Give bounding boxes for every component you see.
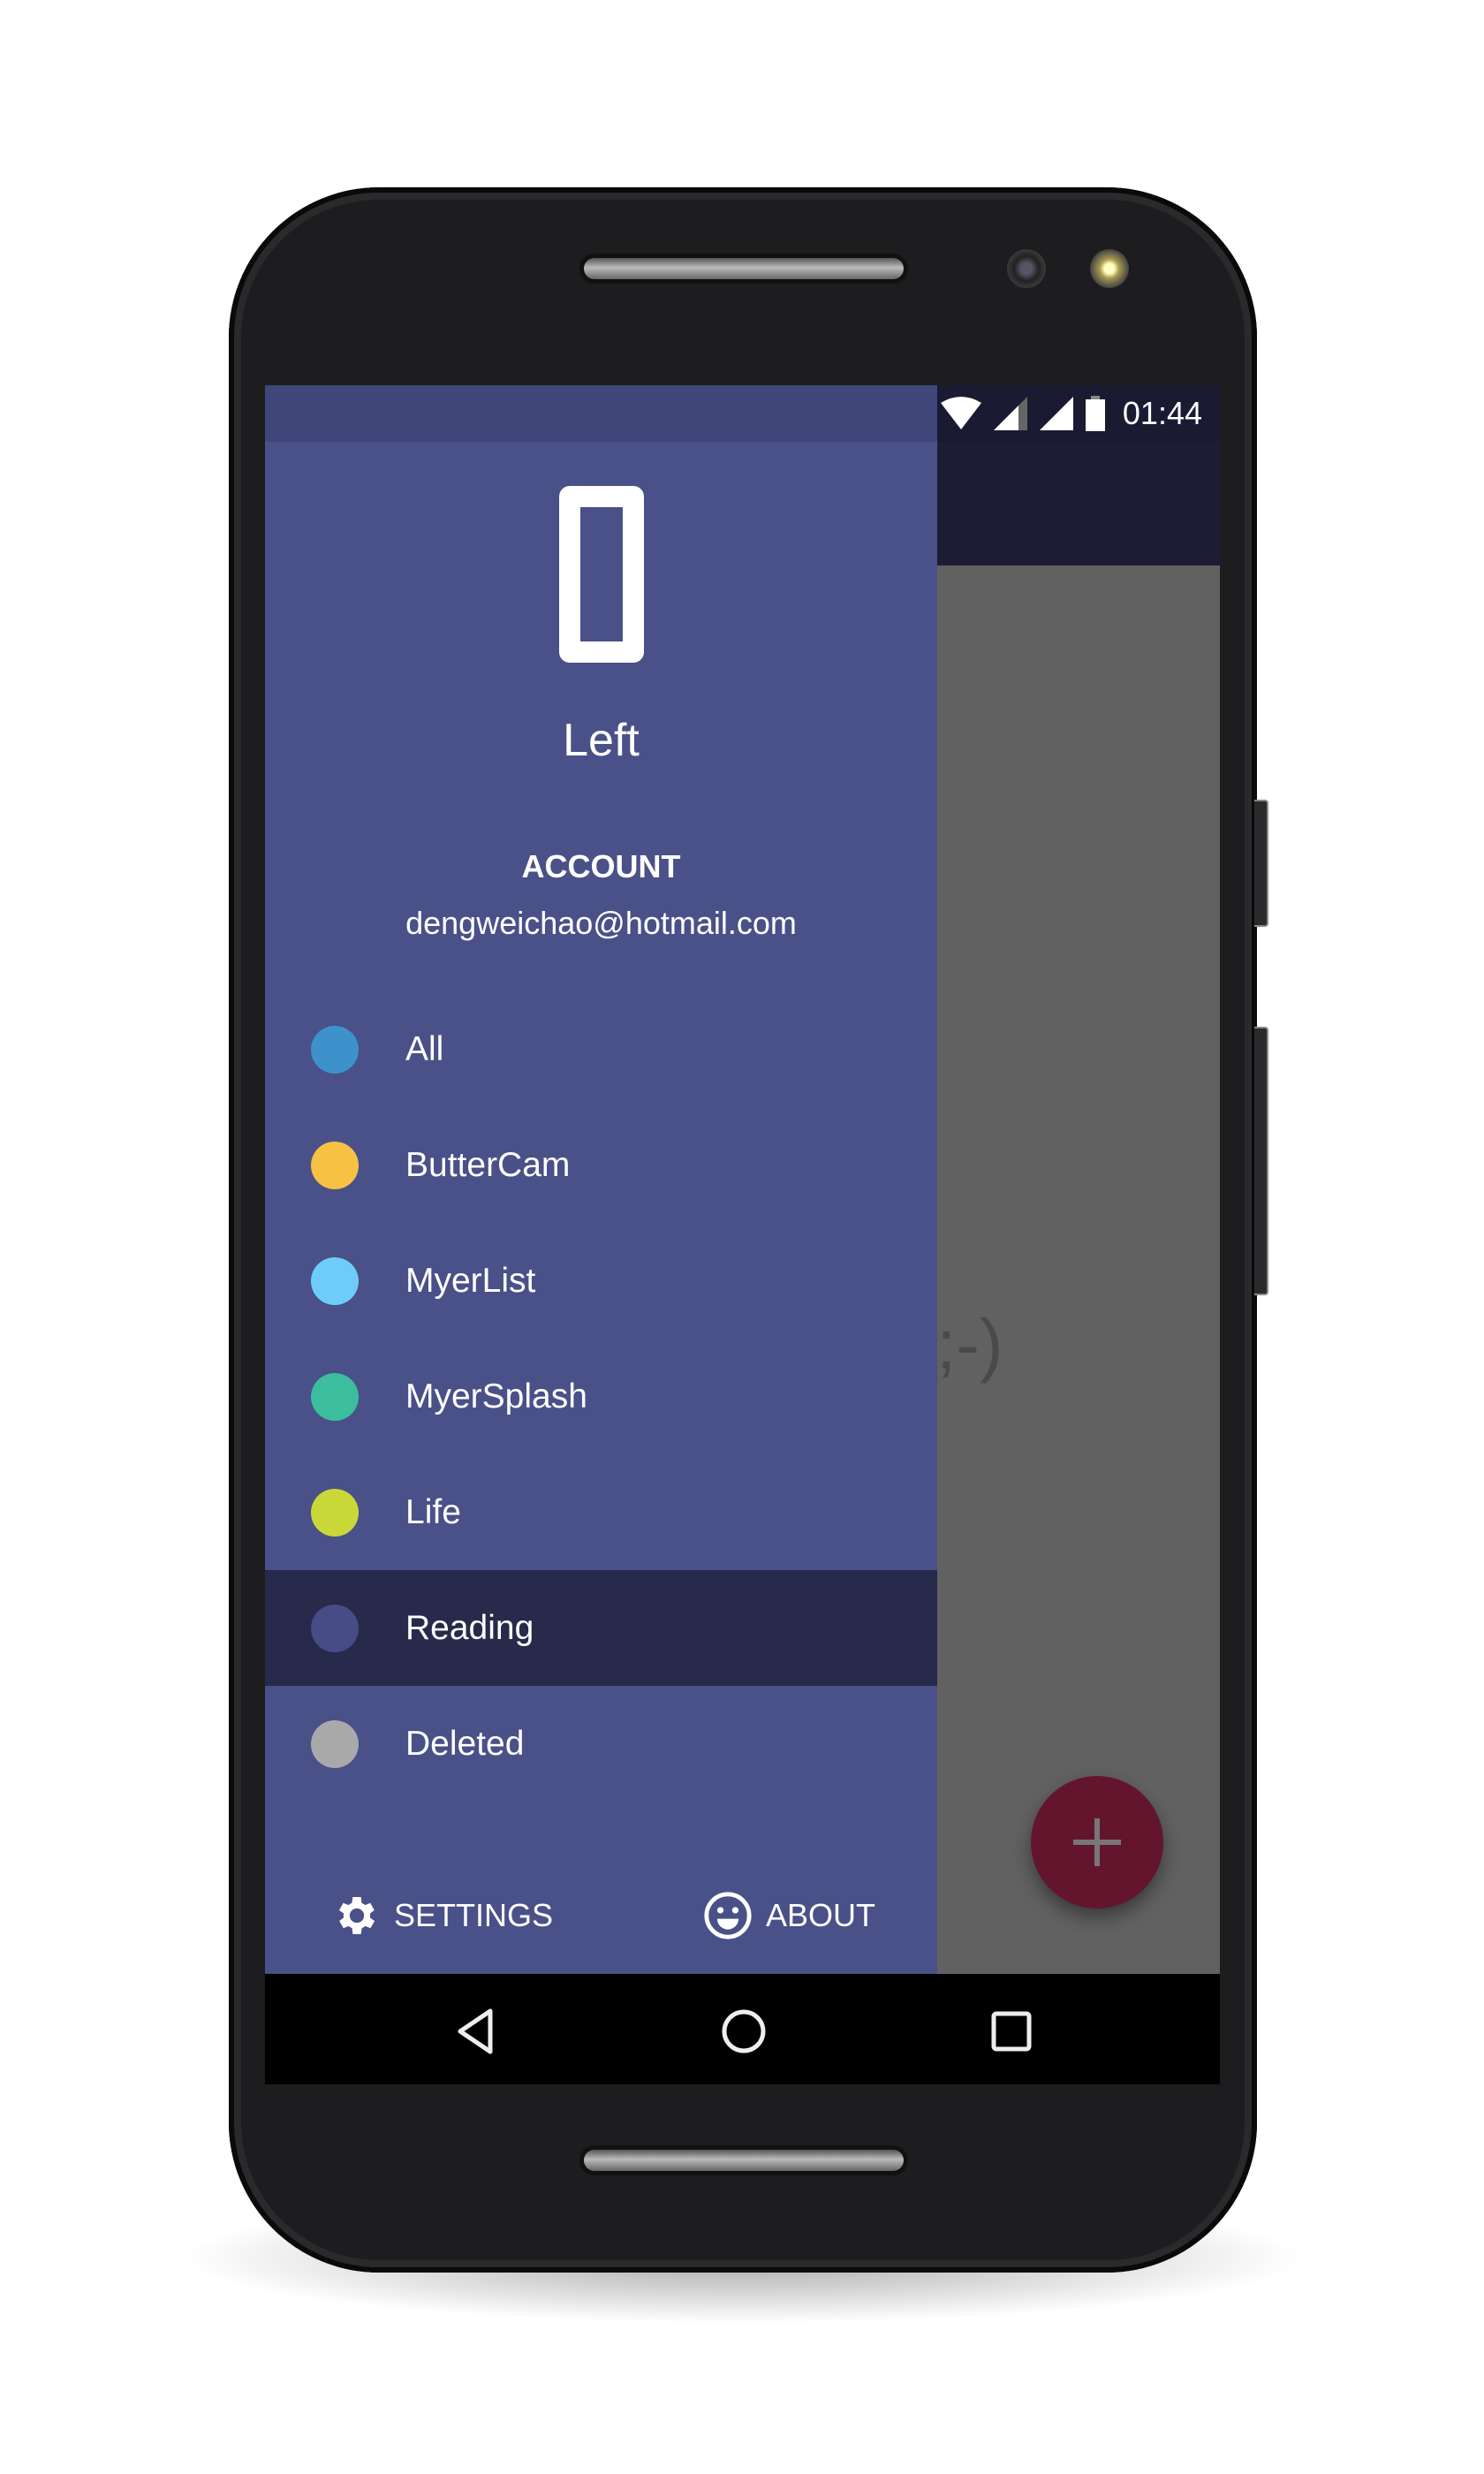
smiley-icon (704, 1892, 752, 1939)
account-label: ACCOUNT (521, 848, 681, 884)
category-item-life[interactable]: Life (265, 1454, 937, 1570)
color-dot-icon (311, 1025, 359, 1074)
category-item-all[interactable]: All (265, 991, 937, 1107)
add-button[interactable] (1031, 1776, 1163, 1909)
battery-icon (1085, 396, 1105, 431)
wifi-icon (940, 397, 981, 429)
signal-icon-2 (1039, 397, 1073, 430)
category-item-myerlist[interactable]: MyerList (265, 1223, 937, 1339)
power-button (1254, 1027, 1268, 1295)
category-label: MyerSplash (405, 1377, 587, 1415)
volume-button (1254, 800, 1268, 927)
drawer-status-area (265, 385, 937, 442)
home-circle-icon (722, 2009, 766, 2053)
gear-icon (338, 1897, 375, 1934)
navigation-drawer: Left ACCOUNT dengweichao@hotmail.com All… (265, 385, 937, 1974)
color-dot-icon (311, 1604, 359, 1652)
about-label: ABOUT (766, 1897, 876, 1933)
account-email[interactable]: dengweichao@hotmail.com (265, 905, 937, 942)
app-logo (559, 486, 644, 663)
color-dot-icon (311, 1719, 359, 1768)
category-label: Life (405, 1492, 461, 1531)
signal-icon (993, 397, 1027, 430)
clock: 01:44 (1122, 395, 1202, 431)
screen: 01:44 ;-) Left ACCOUNT dengweichao@hotma… (265, 385, 1220, 2084)
light-sensor (1090, 249, 1129, 288)
recents-square-icon (991, 2011, 1032, 2052)
front-camera (1007, 249, 1046, 288)
system-nav-bar (265, 1974, 1220, 2084)
category-label: Deleted (405, 1724, 525, 1763)
category-label: ButterCam (405, 1145, 571, 1184)
color-dot-icon (311, 1256, 359, 1305)
category-item-deleted[interactable]: Deleted (265, 1686, 937, 1802)
recents-button[interactable] (980, 2000, 1042, 2062)
drawer-title: Left (563, 715, 640, 766)
back-button[interactable] (444, 2000, 506, 2062)
category-item-buttercam[interactable]: ButterCam (265, 1107, 937, 1223)
category-list: All ButterCam MyerList MyerSplash Life R… (265, 991, 937, 1802)
category-label: All (405, 1029, 444, 1068)
color-dot-icon (311, 1141, 359, 1189)
about-button[interactable]: ABOUT (702, 1884, 875, 1947)
drawer-footer: SETTINGS ABOUT (265, 1884, 937, 1947)
color-dot-icon (311, 1488, 359, 1537)
category-label: MyerList (405, 1261, 536, 1300)
color-dot-icon (311, 1372, 359, 1421)
category-item-myersplash[interactable]: MyerSplash (265, 1339, 937, 1454)
empty-state-text: ;-) (936, 1305, 1003, 1384)
plus-icon (1073, 1818, 1121, 1866)
category-item-reading[interactable]: Reading (265, 1570, 937, 1686)
home-button[interactable] (713, 2000, 775, 2062)
settings-label: SETTINGS (394, 1897, 554, 1933)
settings-button[interactable]: SETTINGS (332, 1884, 553, 1947)
back-triangle-icon (458, 2008, 493, 2054)
bottom-speaker (584, 2150, 904, 2171)
category-label: Reading (405, 1608, 534, 1647)
top-speaker (584, 258, 904, 279)
